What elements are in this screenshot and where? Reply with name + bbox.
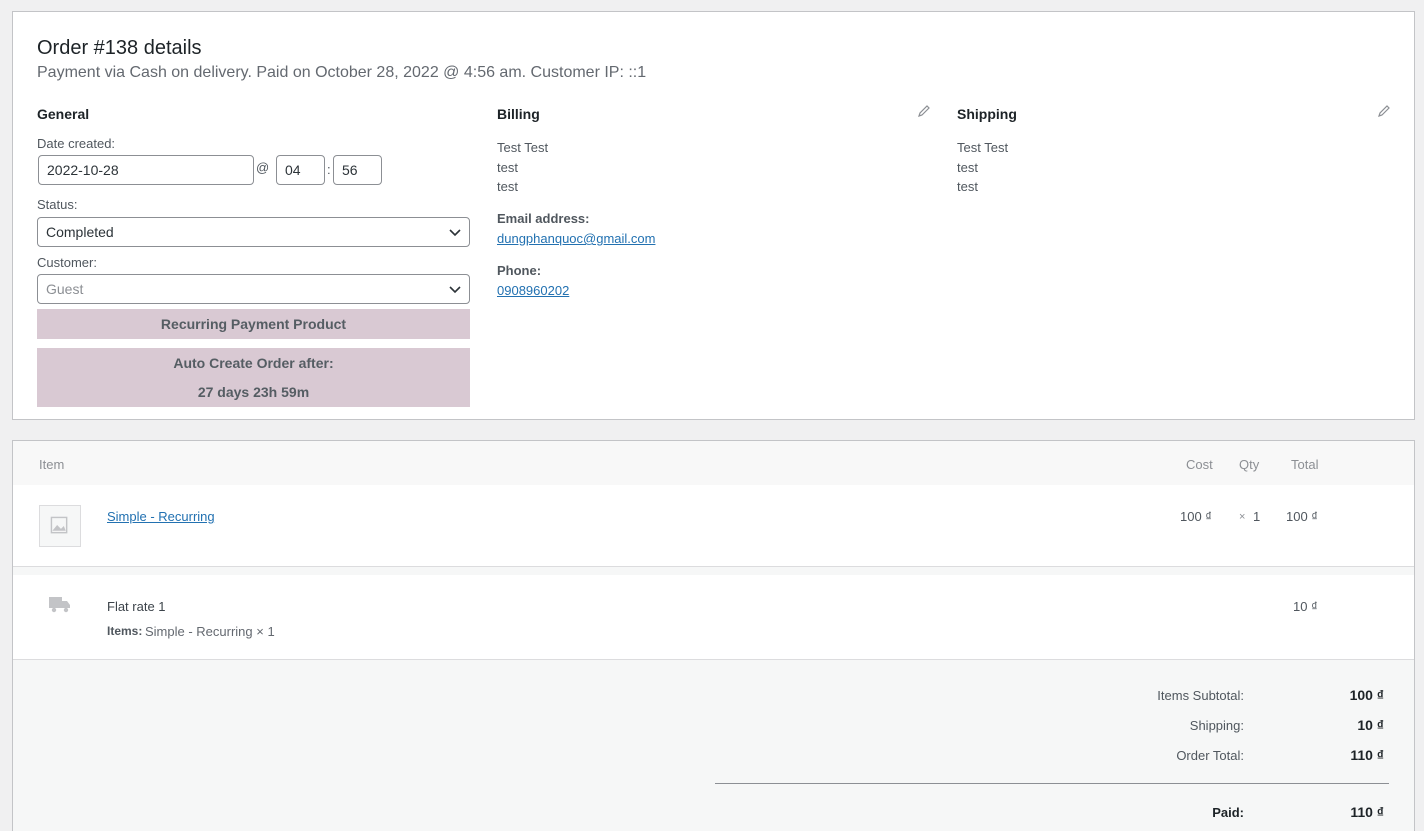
phone-label: Phone: <box>497 263 542 278</box>
auto-create-label: Auto Create Order after: <box>173 355 334 371</box>
time-separator: : <box>327 162 331 177</box>
items-subtotal-value: 100 ₫ <box>1349 687 1384 703</box>
customer-value: Guest <box>46 281 84 297</box>
cost-column-header: Cost <box>1186 457 1213 472</box>
date-created-label: Date created: <box>37 136 116 151</box>
date-created-input[interactable]: 2022-10-28 <box>38 155 254 185</box>
item-total: 100 ₫ <box>1286 509 1318 524</box>
status-value: Completed <box>46 224 114 240</box>
customer-select[interactable]: Guest <box>37 274 470 304</box>
order-total-label: Order Total: <box>1176 748 1244 763</box>
customer-label: Customer: <box>37 255 97 270</box>
status-label: Status: <box>37 197 78 212</box>
qty-times: × <box>1239 511 1246 523</box>
general-heading: General <box>37 106 90 122</box>
billing-name: Test Test <box>497 140 549 155</box>
order-data-panel: Order #138 details Payment via Cash on d… <box>12 11 1415 420</box>
shipping-total: 10 ₫ <box>1293 599 1318 614</box>
shipping-total-value: 10 ₫ <box>1357 717 1384 733</box>
phone-link[interactable]: 0908960202 <box>497 283 569 298</box>
order-items-panel: Item Cost Qty Total Simple - Recurring 1… <box>12 440 1415 831</box>
email-label: Email address: <box>497 211 590 226</box>
product-link[interactable]: Simple - Recurring <box>107 509 215 524</box>
auto-create-box: Auto Create Order after: 27 days 23h 59m <box>37 348 470 407</box>
order-total-value: 110 ₫ <box>1350 747 1384 763</box>
status-select[interactable]: Completed <box>37 217 470 247</box>
items-subtotal-label: Items Subtotal: <box>1157 688 1244 703</box>
paid-value: 110 ₫ <box>1350 804 1384 820</box>
item-column-header: Item <box>39 457 65 472</box>
product-thumbnail <box>39 505 81 547</box>
minute-input[interactable]: 56 <box>333 155 382 185</box>
shipping-method-name: Flat rate 1 <box>107 599 166 614</box>
billing-heading: Billing <box>497 106 540 122</box>
paid-label: Paid: <box>1212 805 1244 820</box>
items-table-header: Item Cost Qty Total <box>13 441 1414 485</box>
email-link[interactable]: dungphanquoc@gmail.com <box>497 231 655 246</box>
item-cost: 100 ₫ <box>1180 509 1212 524</box>
totals-divider <box>715 783 1389 784</box>
shipping-address: Test Test test test <box>957 138 1008 197</box>
image-placeholder-icon <box>50 516 68 534</box>
shipping-line2: test <box>957 179 978 194</box>
shipping-total-label: Shipping: <box>1189 718 1244 733</box>
shipping-items-label: Items: <box>107 624 143 638</box>
shipping-line1: test <box>957 159 978 175</box>
shipping-line-row: Flat rate 1 Items: Simple - Recurring × … <box>13 575 1414 660</box>
total-column-header: Total <box>1291 457 1319 472</box>
at-separator: @ <box>256 160 270 175</box>
billing-line2: test <box>497 179 518 194</box>
qty-column-header: Qty <box>1239 457 1260 472</box>
hour-input[interactable]: 04 <box>276 155 325 185</box>
chevron-down-icon <box>449 286 461 294</box>
shipping-items-value: Simple - Recurring × 1 <box>145 624 275 639</box>
chevron-down-icon <box>449 229 461 237</box>
auto-create-value: 27 days 23h 59m <box>197 384 310 400</box>
pencil-icon[interactable] <box>917 104 931 118</box>
billing-address: Test Test test test <box>497 138 548 197</box>
shipping-name: Test Test <box>957 140 1009 155</box>
pencil-icon[interactable] <box>1377 104 1391 118</box>
truck-icon <box>49 597 70 613</box>
order-subtitle: Payment via Cash on delivery. Paid on Oc… <box>37 64 647 81</box>
order-title: Order #138 details <box>37 37 202 59</box>
billing-line1: test <box>497 159 518 175</box>
item-qty: 1 <box>1253 509 1261 524</box>
shipping-heading: Shipping <box>957 106 1017 122</box>
recurring-payment-badge: Recurring Payment Product <box>37 309 470 339</box>
line-item-row: Simple - Recurring 100 ₫ × 1 100 ₫ <box>13 485 1414 567</box>
